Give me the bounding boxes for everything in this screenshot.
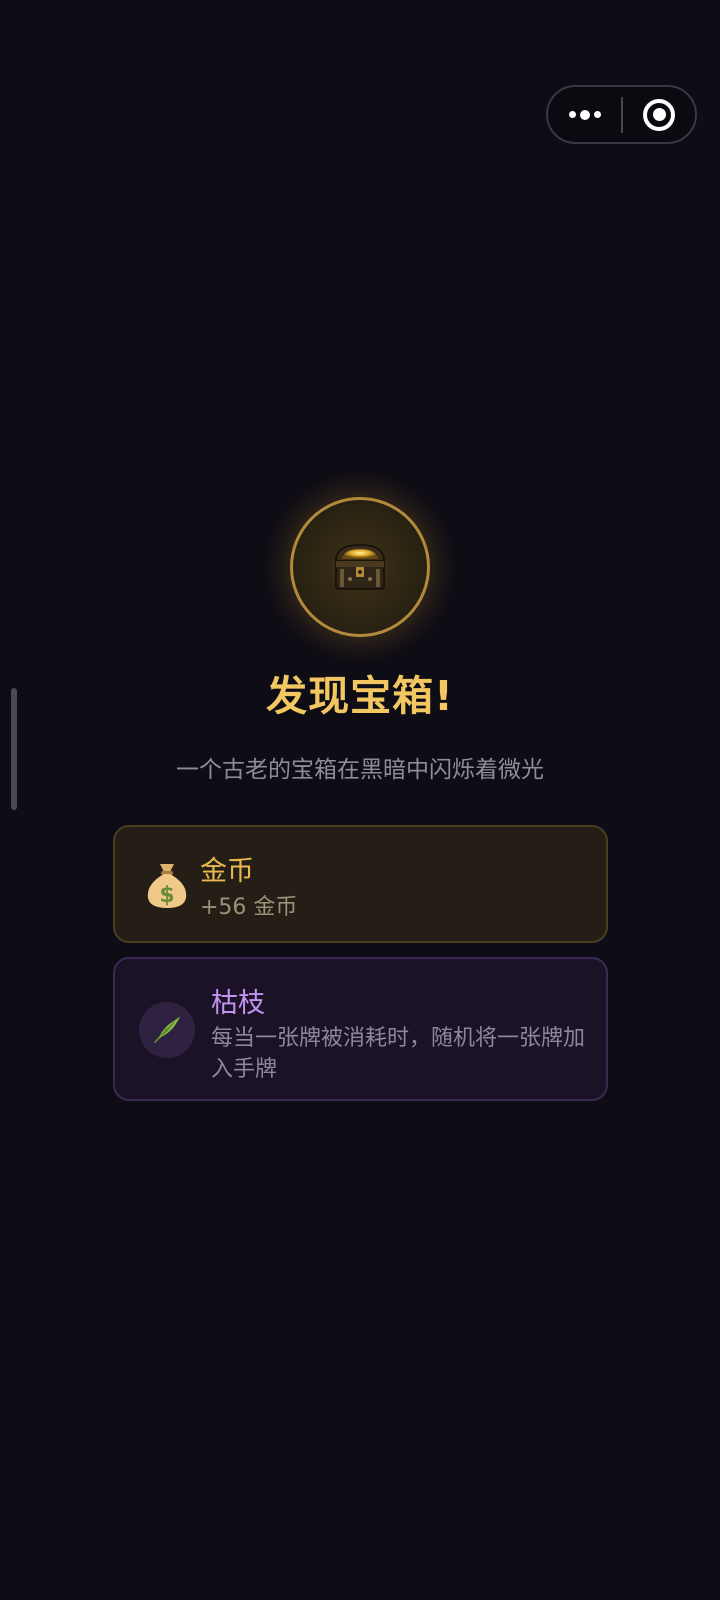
reward-desc: +56 金币 (200, 895, 298, 920)
treasure-event-screen: 发现宝箱! 一个古老的宝箱在黑暗中闪烁着微光 $ 金币 +56 金币 枯枝 每当… (0, 0, 720, 1600)
event-subtitle: 一个古老的宝箱在黑暗中闪烁着微光 (176, 757, 544, 783)
target-circle-icon[interactable] (623, 87, 695, 142)
treasure-chest-icon (290, 497, 430, 637)
money-bag-icon: $ (139, 857, 195, 913)
mini-program-capsule (546, 85, 697, 144)
reward-card-relic[interactable]: 枯枝 每当一张牌被消耗时，随机将一张牌加入手牌 (113, 957, 608, 1101)
reward-desc: 每当一张牌被消耗时，随机将一张牌加入手牌 (211, 1026, 586, 1082)
more-dots-icon[interactable] (548, 87, 621, 142)
feather-twig-icon (139, 1002, 195, 1058)
event-title: 发现宝箱! (266, 672, 454, 720)
reward-card-gold[interactable]: $ 金币 +56 金币 (113, 825, 608, 943)
reward-name: 枯枝 (211, 988, 265, 1019)
reward-name: 金币 (200, 856, 254, 887)
svg-text:$: $ (159, 883, 174, 908)
